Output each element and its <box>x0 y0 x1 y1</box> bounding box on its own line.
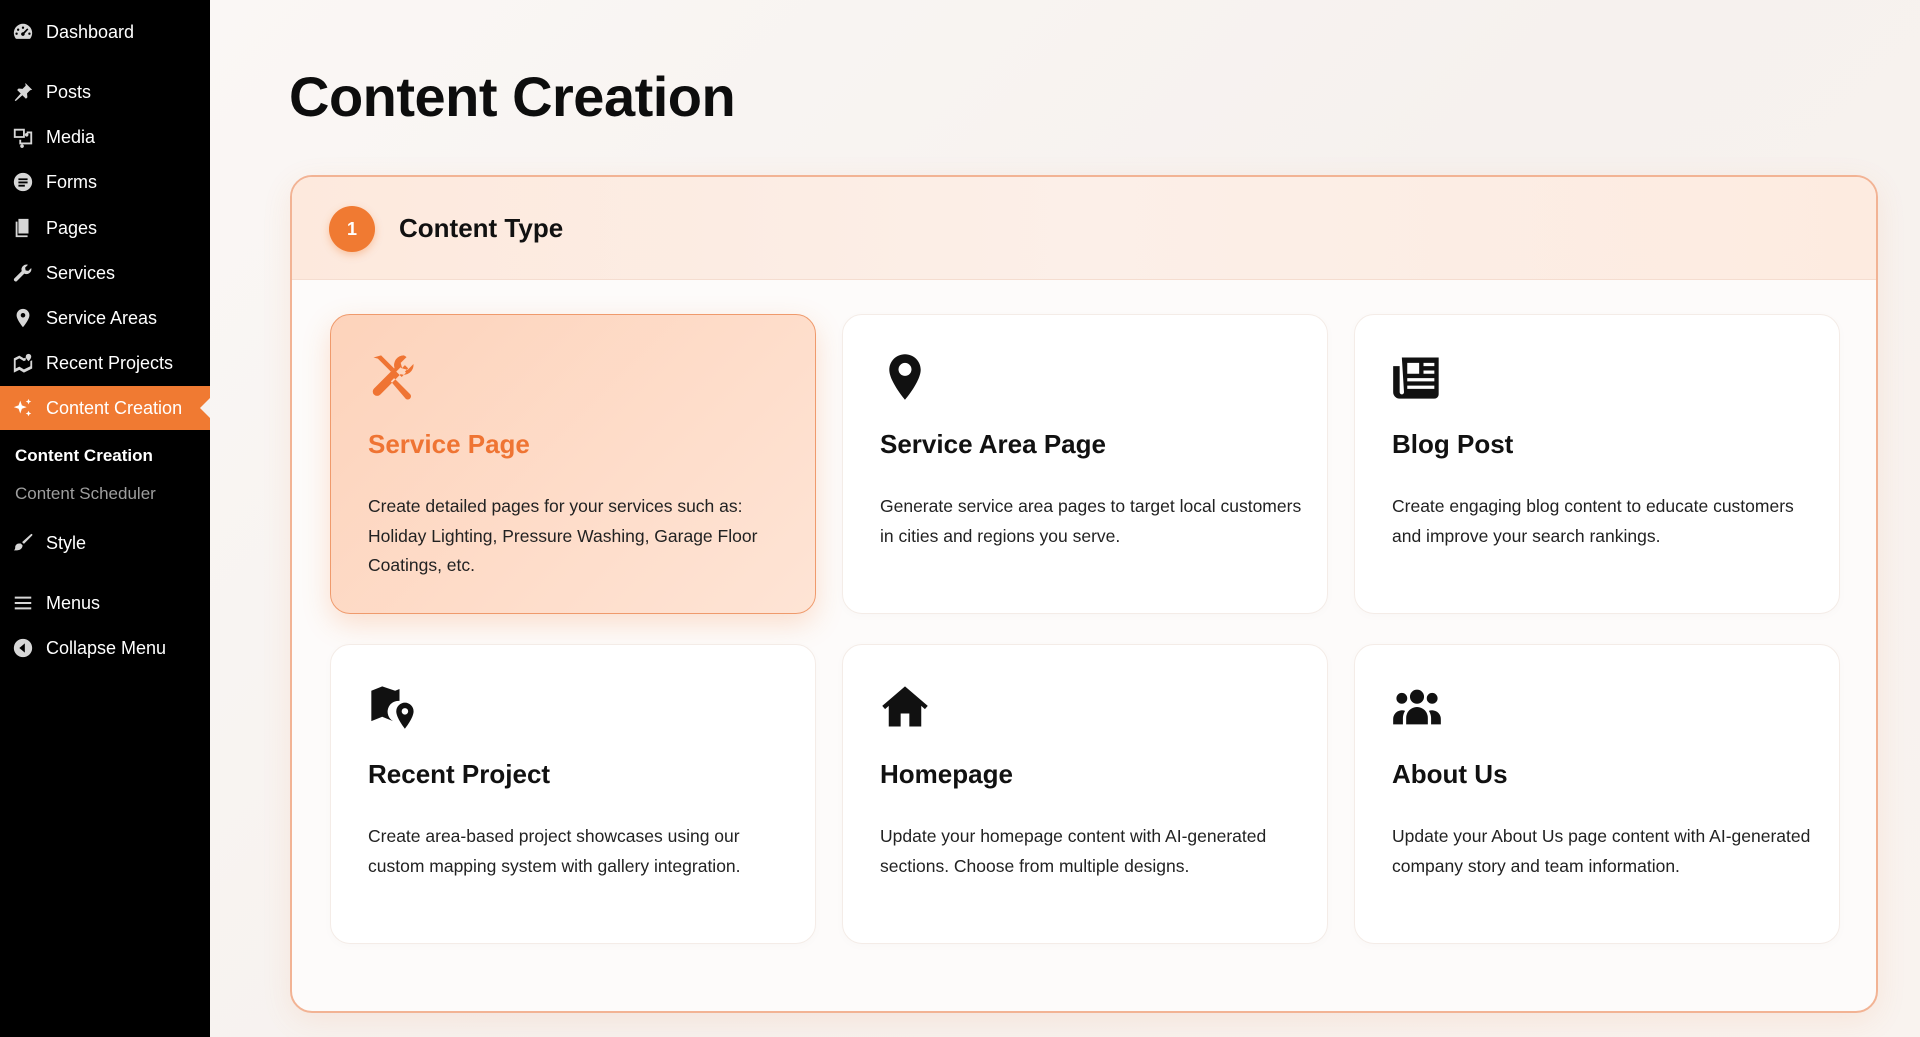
sidebar-item-menus[interactable]: Menus <box>0 583 210 623</box>
sidebar-item-posts[interactable]: Posts <box>0 72 210 112</box>
sidebar-item-services[interactable]: Services <box>0 253 210 293</box>
content-type-card-service-page[interactable]: Service Page Create detailed pages for y… <box>330 314 816 614</box>
sidebar-item-label: Content Creation <box>46 397 183 418</box>
card-description: Update your homepage content with AI-gen… <box>880 826 1267 876</box>
dashboard-icon <box>0 12 46 52</box>
content-type-card-homepage[interactable]: Homepage Update your homepage content wi… <box>842 644 1328 944</box>
map-location-icon <box>367 681 419 733</box>
pin-icon <box>0 72 46 112</box>
sidebar-item-collapse-menu[interactable]: Collapse Menu <box>0 628 210 668</box>
page-title: Content Creation <box>289 65 736 128</box>
map-marker-icon <box>879 351 931 403</box>
step-number-badge: 1 <box>329 206 375 252</box>
forms-icon <box>0 162 46 202</box>
submenu-item-content-creation[interactable]: Content Creation <box>15 446 153 466</box>
sidebar-item-label: Service Areas <box>46 307 158 328</box>
sparkle-icon <box>0 388 46 428</box>
panel-title: Content Type <box>399 213 564 243</box>
sidebar-item-label: Forms <box>46 171 97 192</box>
sidebar-item-label: Posts <box>46 81 92 102</box>
menu-icon <box>0 583 46 623</box>
sidebar-item-recent-projects[interactable]: Recent Projects <box>0 343 210 383</box>
card-title: Service Page <box>368 429 530 459</box>
home-icon <box>879 681 931 733</box>
sidebar-item-label: Dashboard <box>46 21 135 42</box>
sidebar-item-content-creation[interactable]: Content Creation <box>0 386 210 430</box>
sidebar-item-pages[interactable]: Pages <box>0 208 210 248</box>
card-title: Recent Project <box>368 759 551 789</box>
sidebar-item-label: Recent Projects <box>46 352 174 373</box>
media-icon <box>0 117 46 157</box>
card-description: Update your About Us page content with A… <box>1392 826 1811 876</box>
sidebar-item-forms[interactable]: Forms <box>0 162 210 202</box>
card-description: Create engaging blog content to educate … <box>1392 496 1794 546</box>
location-pin-icon <box>0 298 46 338</box>
brush-icon <box>0 523 46 563</box>
collapse-icon <box>0 628 46 668</box>
panel-header: 1 Content Type <box>292 177 1876 280</box>
sidebar-item-label: Pages <box>46 217 98 238</box>
sidebar-item-label: Media <box>46 126 96 147</box>
content-type-panel: 1 Content Type Service Page Create detai… <box>290 175 1878 1013</box>
sidebar-item-label: Style <box>46 532 87 553</box>
sidebar-item-label: Menus <box>46 592 101 613</box>
submenu-item-content-scheduler[interactable]: Content Scheduler <box>15 484 156 504</box>
card-description: Create area-based project showcases usin… <box>368 826 741 876</box>
admin-sidebar: Dashboard Posts Media Forms Pages Servic… <box>0 0 210 1037</box>
wrench-icon <box>0 253 46 293</box>
card-title: Homepage <box>880 759 1013 789</box>
card-title: Service Area Page <box>880 429 1106 459</box>
newspaper-icon <box>1391 351 1443 403</box>
tools-icon <box>367 351 419 403</box>
sidebar-item-media[interactable]: Media <box>0 117 210 157</box>
sidebar-item-style[interactable]: Style <box>0 523 210 563</box>
sidebar-item-label: Collapse Menu <box>46 637 167 658</box>
sidebar-item-service-areas[interactable]: Service Areas <box>0 298 210 338</box>
content-type-card-about-us[interactable]: About Us Update your About Us page conte… <box>1354 644 1840 944</box>
projects-icon <box>0 343 46 383</box>
card-title: About Us <box>1392 759 1508 789</box>
content-type-card-blog-post[interactable]: Blog Post Create engaging blog content t… <box>1354 314 1840 614</box>
users-icon <box>1391 681 1443 733</box>
card-description: Create detailed pages for your services … <box>368 496 758 575</box>
content-type-card-recent-project[interactable]: Recent Project Create area-based project… <box>330 644 816 944</box>
card-description: Generate service area pages to target lo… <box>880 496 1302 546</box>
sidebar-item-dashboard[interactable]: Dashboard <box>0 12 210 52</box>
card-title: Blog Post <box>1392 429 1514 459</box>
content-type-card-service-area-page[interactable]: Service Area Page Generate service area … <box>842 314 1328 614</box>
sidebar-item-label: Services <box>46 262 116 283</box>
pages-icon <box>0 208 46 248</box>
